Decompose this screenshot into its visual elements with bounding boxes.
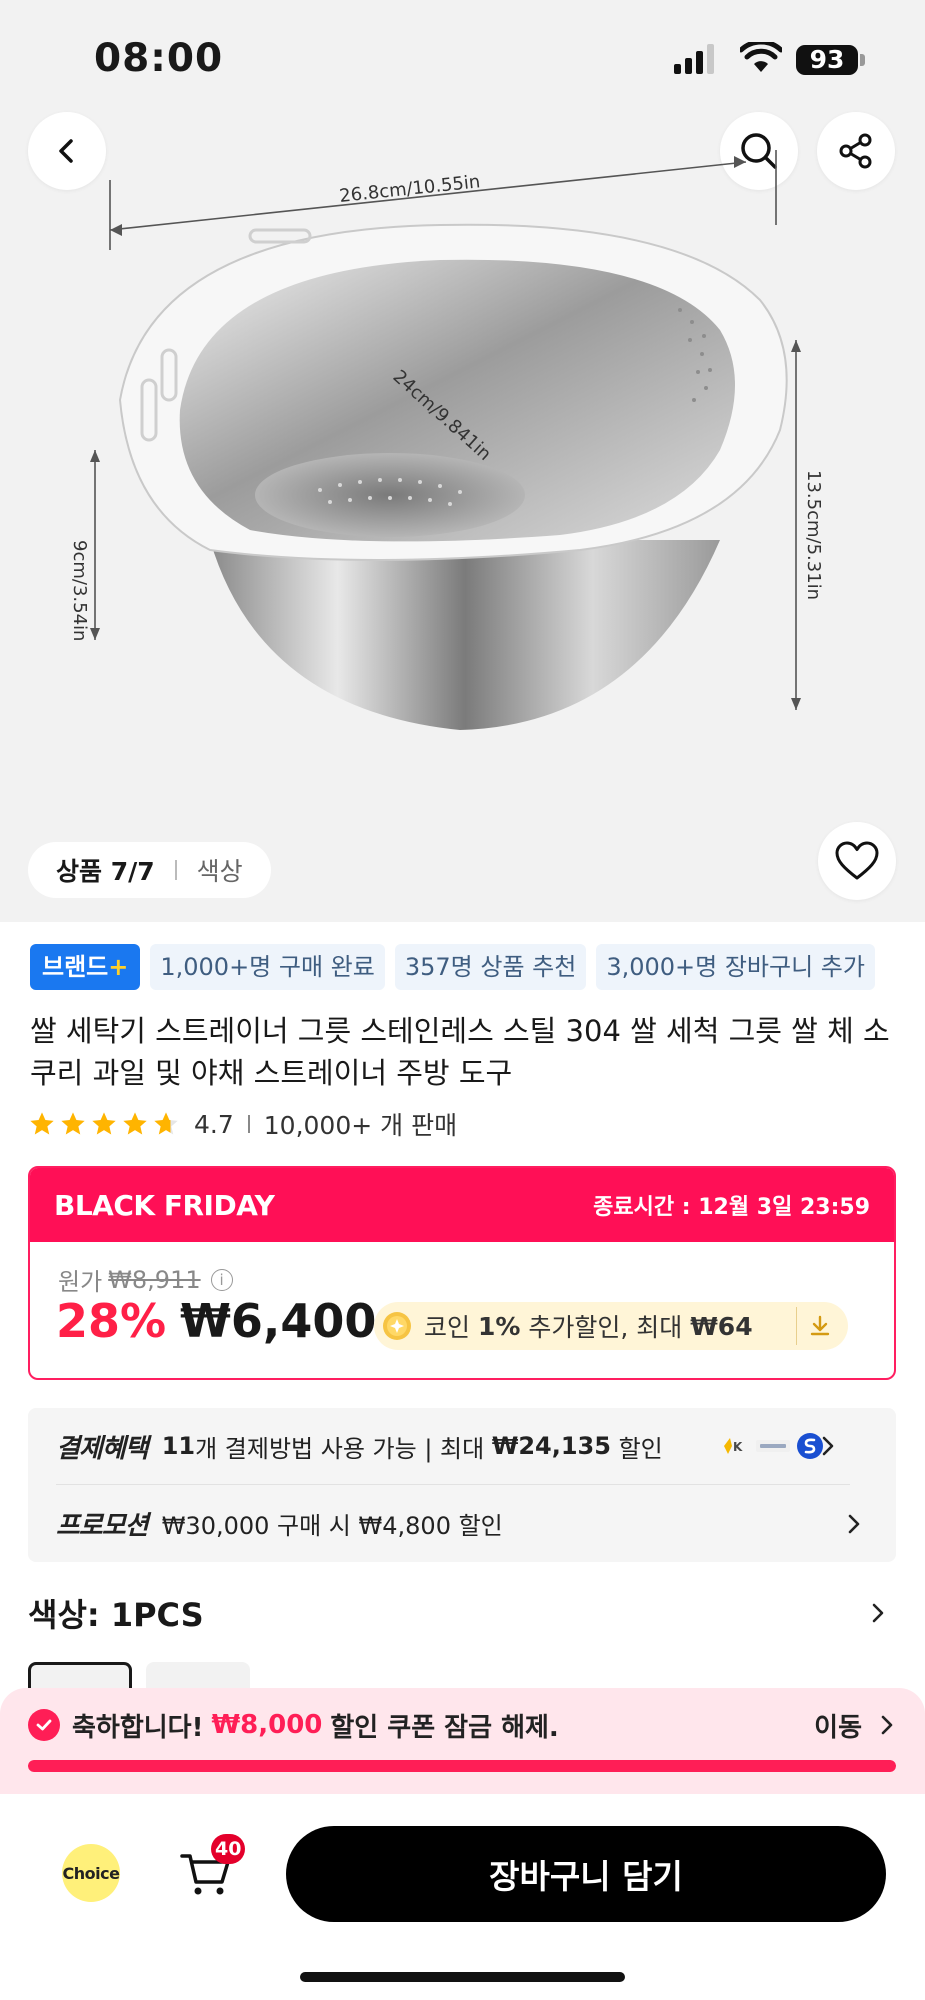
- coin-text-1: 코인: [424, 1313, 471, 1342]
- deal-header: BLACK FRIDAY 종료시간 : 12월 3일 23:59: [30, 1168, 894, 1242]
- status-bar: 08:00 93: [0, 0, 925, 110]
- brand-badge-label: 브랜드: [42, 953, 109, 981]
- battery-level: 93: [796, 45, 858, 75]
- star-icon: [123, 1112, 147, 1135]
- coin-percent: 1%: [477, 1311, 521, 1341]
- sale-price: ₩6,400: [180, 1294, 377, 1348]
- home-indicator: [300, 1972, 625, 1982]
- chevron-right-icon: [822, 1436, 834, 1456]
- payment-text-1: 개 결제방법 사용 가능 | 최대: [195, 1434, 485, 1463]
- tag-added-to-cart: 3,000+명 장바구니 추가: [596, 944, 875, 990]
- deal-title: BLACK FRIDAY: [54, 1188, 275, 1222]
- coupon-go-label: 이동: [814, 1712, 862, 1743]
- heart-icon: [835, 841, 879, 880]
- cellular-signal-icon: [674, 44, 714, 74]
- payment-benefit-row[interactable]: 결제혜택 11 개 결제방법 사용 가능 | 최대 ₩24,135 할인 K: [56, 1408, 850, 1485]
- rating-value: 4.7: [194, 1109, 234, 1139]
- payment-text-2: 할인: [618, 1434, 663, 1463]
- counter-divider: [174, 860, 177, 880]
- product-tags: 브랜드+ 1,000+명 구매 완료 357명 상품 추천 3,000+명 장바…: [30, 944, 875, 990]
- product-title: 쌀 세탁기 스트레이너 그릇 스테인레스 스틸 304 쌀 세척 그릇 쌀 체 …: [30, 1014, 890, 1090]
- coupon-progress-bar: [28, 1760, 896, 1772]
- wishlist-button[interactable]: [818, 822, 896, 900]
- star-half-icon: [154, 1112, 178, 1135]
- image-counter-label: 색상: [196, 857, 243, 886]
- tag-recommended: 357명 상품 추천: [394, 944, 587, 990]
- status-time: 08:00: [94, 36, 224, 81]
- bottom-action-bar: Choice 40 장바구니 담기: [0, 1794, 925, 2000]
- product-image: 26.8cm/10.55in 24cm/9.841in 13.5cm/5.31i…: [69, 150, 824, 730]
- dim-height-left-label: 9cm/3.54in: [69, 540, 90, 641]
- samsung-card-logo-icon: [756, 1440, 790, 1452]
- rating-row[interactable]: 4.7 10,000+ 개 판매: [28, 1106, 457, 1142]
- star-icon: [61, 1112, 85, 1135]
- coin-discount-pill[interactable]: 코인 1% 추가할인, 최대 ₩64: [374, 1302, 848, 1350]
- star-icon: [30, 1112, 54, 1135]
- add-to-cart-button[interactable]: 장바구니 담기: [286, 1826, 886, 1922]
- tag-purchased: 1,000+명 구매 완료: [150, 944, 385, 990]
- discount-percent: 28%: [56, 1294, 167, 1348]
- brand-plus-badge[interactable]: 브랜드+: [30, 944, 141, 990]
- dim-width-label: 26.8cm/10.55in: [338, 171, 481, 207]
- black-friday-price-card: BLACK FRIDAY 종료시간 : 12월 3일 23:59 원가 ₩8,9…: [28, 1166, 896, 1380]
- download-icon: [810, 1315, 829, 1336]
- brand-plus-mark: +: [108, 953, 129, 981]
- chevron-right-icon: [872, 1603, 884, 1623]
- coin-icon: [383, 1312, 411, 1340]
- star-icon: [92, 1112, 116, 1135]
- color-option-row[interactable]: 색상: 1PCS: [28, 1588, 888, 1638]
- coin-download-button[interactable]: [796, 1307, 842, 1345]
- svg-text:K: K: [733, 1440, 743, 1454]
- rating-divider: [247, 1115, 250, 1133]
- promotion-row[interactable]: 프로모션 ₩30,000 구매 시 ₩4,800 할인: [56, 1485, 876, 1562]
- payment-benefit-label: 결제혜택: [56, 1433, 149, 1464]
- deal-end-time: 종료시간 : 12월 3일 23:59: [593, 1195, 870, 1220]
- coupon-text-2: 할인 쿠폰 잠금 해제.: [330, 1712, 559, 1743]
- chevron-right-icon: [848, 1514, 860, 1533]
- coupon-banner[interactable]: 축하합니다! ₩8,000 할인 쿠폰 잠금 해제. 이동: [0, 1688, 925, 1794]
- payment-count: 11: [161, 1432, 196, 1460]
- payment-amount: ₩24,135: [491, 1432, 611, 1460]
- choice-button[interactable]: Choice: [62, 1844, 120, 1902]
- coupon-text-1: 축하합니다!: [72, 1712, 204, 1743]
- color-option-title: 색상: 1PCS: [28, 1596, 204, 1634]
- promotion-label: 프로모션: [56, 1511, 149, 1541]
- sale-price-row: 28% ₩6,400: [56, 1294, 376, 1348]
- wifi-icon: [740, 42, 782, 72]
- kb-card-logo-icon: K: [724, 1438, 743, 1454]
- card-logos: K: [720, 1432, 824, 1460]
- promotion-text: ₩30,000 구매 시 ₩4,800 할인: [161, 1512, 503, 1540]
- coupon-amount: ₩8,000: [211, 1710, 323, 1740]
- image-counter-value: 상품 7/7: [56, 857, 155, 886]
- coupon-go-link[interactable]: 이동: [814, 1707, 896, 1744]
- product-gallery[interactable]: 08:00 93 26.8cm/10.55in 24cm/9.841in 13.…: [0, 0, 925, 922]
- rating-stars: [28, 1110, 180, 1138]
- original-price: ₩8,911: [108, 1265, 201, 1294]
- image-counter: 상품 7/7 색상: [28, 842, 271, 898]
- cart-count-badge: 40: [211, 1834, 246, 1864]
- battery-tip: [860, 54, 865, 66]
- coupon-progress-fill: [28, 1760, 896, 1772]
- sold-count: 10,000+ 개 판매: [263, 1111, 458, 1140]
- chevron-right-icon: [881, 1715, 893, 1735]
- coupon-message-row: 축하합니다! ₩8,000 할인 쿠폰 잠금 해제. 이동: [28, 1706, 896, 1744]
- check-icon: [28, 1709, 60, 1741]
- benefits-box: 결제혜택 11 개 결제방법 사용 가능 | 최대 ₩24,135 할인 K 프로…: [28, 1408, 896, 1562]
- info-icon[interactable]: i: [210, 1268, 233, 1291]
- dim-height-right-label: 13.5cm/5.31in: [803, 470, 824, 600]
- original-price-label: 원가: [58, 1268, 103, 1296]
- coin-max: ₩64: [690, 1311, 753, 1341]
- original-price-row: 원가 ₩8,911 i: [58, 1262, 233, 1297]
- coin-text-2: 추가할인, 최대: [528, 1313, 683, 1342]
